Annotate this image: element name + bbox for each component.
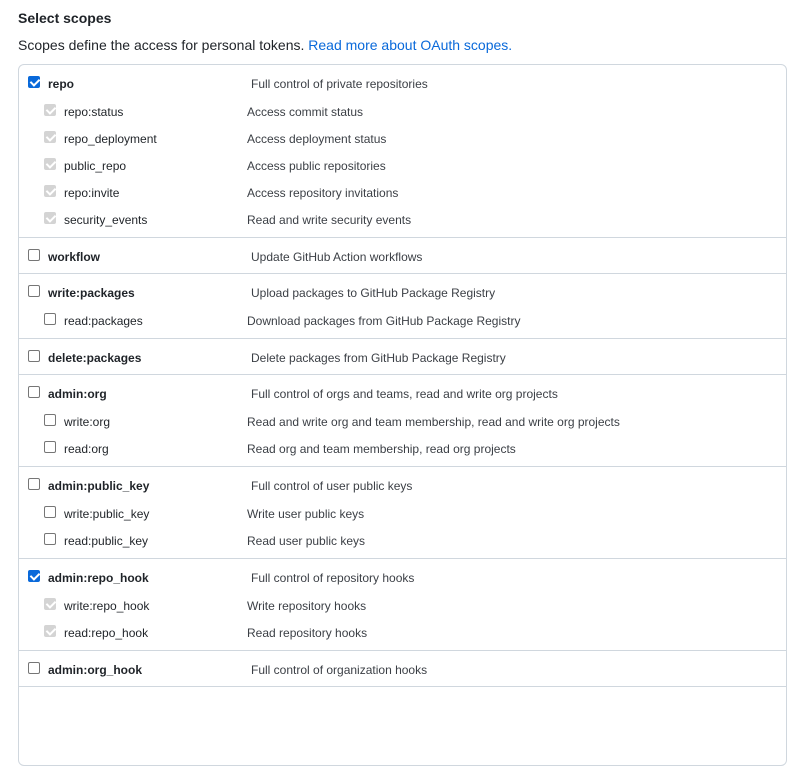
sub-scope-checkbox[interactable] bbox=[44, 131, 56, 143]
scope-description: Full control of private repositories bbox=[251, 77, 428, 91]
scope-row[interactable]: repo Full control of private repositories bbox=[19, 69, 786, 96]
sub-scope-checkbox[interactable] bbox=[44, 625, 56, 637]
scope-row[interactable]: admin:public_key Full control of user pub… bbox=[19, 471, 786, 498]
sub-scope-row[interactable]: write:org Read and write org and team mem… bbox=[19, 406, 786, 433]
sub-scope-checkbox[interactable] bbox=[44, 185, 56, 197]
scope-group-repo: repo Full control of private repositories… bbox=[19, 65, 786, 238]
sub-scope-description: Access public repositories bbox=[247, 159, 386, 173]
sub-scope-name: repo:status bbox=[64, 105, 124, 119]
sub-scope-name: read:public_key bbox=[64, 534, 149, 548]
sub-scope-name: read:org bbox=[64, 442, 109, 456]
scope-group-admin-public-key: admin:public_key Full control of user pub… bbox=[19, 467, 786, 559]
section-title: Select scopes bbox=[18, 10, 112, 26]
sub-scope-row[interactable]: read:packages Download packages from GitH… bbox=[19, 305, 786, 332]
sub-scope-description: Read repository hooks bbox=[247, 626, 368, 640]
scope-checkbox[interactable] bbox=[28, 662, 40, 674]
sub-scope-name: read:packages bbox=[64, 314, 143, 328]
scope-name: admin:repo_hook bbox=[48, 571, 149, 585]
sub-scope-name: write:public_key bbox=[64, 507, 150, 521]
sub-scope-name: security_events bbox=[64, 213, 148, 227]
scope-checkbox[interactable] bbox=[28, 249, 40, 261]
scope-name: write:packages bbox=[48, 286, 135, 300]
oauth-scopes-link[interactable]: Read more about OAuth scopes. bbox=[308, 37, 512, 53]
sub-scope-description: Access deployment status bbox=[247, 132, 387, 146]
scope-checkbox[interactable] bbox=[28, 386, 40, 398]
sub-scope-name: write:repo_hook bbox=[64, 599, 150, 613]
scopes-section: Select scopes Scopes define the access f… bbox=[0, 0, 797, 54]
scope-name: admin:org bbox=[48, 387, 107, 401]
sub-scope-row[interactable]: repo:invite Access repository invitations bbox=[19, 177, 786, 204]
sub-scope-description: Read and write security events bbox=[247, 213, 412, 227]
sub-scope-description: Write user public keys bbox=[247, 507, 365, 521]
sub-scope-row[interactable]: read:repo_hook Read repository hooks bbox=[19, 617, 786, 644]
sub-scope-row[interactable]: write:repo_hook Write repository hooks bbox=[19, 590, 786, 617]
sub-scope-checkbox[interactable] bbox=[44, 313, 56, 325]
sub-scope-name: write:org bbox=[64, 415, 111, 429]
scope-row[interactable]: admin:org Full control of orgs and teams,… bbox=[19, 379, 786, 406]
scope-group-admin-org-hook: admin:org_hook Full control of organizati… bbox=[19, 651, 786, 687]
scope-name: admin:public_key bbox=[48, 479, 150, 493]
scope-row[interactable]: write:packages Upload packages to GitHub … bbox=[19, 278, 786, 305]
scope-description: Full control of repository hooks bbox=[251, 571, 415, 585]
scope-group-admin-org: admin:org Full control of orgs and teams,… bbox=[19, 375, 786, 467]
scope-group-write-packages: write:packages Upload packages to GitHub … bbox=[19, 274, 786, 339]
sub-scope-checkbox[interactable] bbox=[44, 414, 56, 426]
scope-description: Full control of orgs and teams, read and… bbox=[251, 387, 558, 401]
scope-checkbox[interactable] bbox=[28, 570, 40, 582]
sub-scope-checkbox[interactable] bbox=[44, 598, 56, 610]
scope-name: repo bbox=[48, 77, 75, 91]
scope-name: admin:org_hook bbox=[48, 663, 143, 677]
scope-description: Delete packages from GitHub Package Regi… bbox=[251, 351, 506, 365]
sub-scope-row[interactable]: repo_deployment Access deployment status bbox=[19, 123, 786, 150]
sub-scope-name: repo:invite bbox=[64, 186, 120, 200]
sub-scope-description: Access commit status bbox=[247, 105, 364, 119]
scope-description: Full control of organization hooks bbox=[251, 663, 428, 677]
sub-scope-row[interactable]: repo:status Access commit status bbox=[19, 96, 786, 123]
sub-scope-description: Read org and team membership, read org p… bbox=[247, 442, 516, 456]
scope-row[interactable]: workflow Update GitHub Action workflows bbox=[19, 242, 786, 269]
scope-row[interactable]: delete:packages Delete packages from GitH… bbox=[19, 343, 786, 370]
scope-checkbox[interactable] bbox=[28, 478, 40, 490]
sub-scope-name: repo_deployment bbox=[64, 132, 157, 146]
scope-group-workflow: workflow Update GitHub Action workflows bbox=[19, 238, 786, 274]
section-description: Scopes define the access for personal to… bbox=[18, 36, 797, 54]
scope-group-admin-repo-hook: admin:repo_hook Full control of repositor… bbox=[19, 559, 786, 651]
scope-row[interactable]: admin:org_hook Full control of organizati… bbox=[19, 655, 786, 682]
sub-scope-row[interactable]: read:public_key Read user public keys bbox=[19, 525, 786, 552]
sub-scope-checkbox[interactable] bbox=[44, 506, 56, 518]
sub-scope-row[interactable]: read:org Read org and team membership, re… bbox=[19, 433, 786, 460]
scope-description: Full control of user public keys bbox=[251, 479, 413, 493]
sub-scope-row[interactable]: public_repo Access public repositories bbox=[19, 150, 786, 177]
sub-scope-checkbox[interactable] bbox=[44, 158, 56, 170]
scope-row[interactable]: admin:repo_hook Full control of repositor… bbox=[19, 563, 786, 590]
scope-name: workflow bbox=[48, 250, 101, 264]
scope-group-delete-packages: delete:packages Delete packages from GitH… bbox=[19, 339, 786, 375]
sub-scope-name: read:repo_hook bbox=[64, 626, 149, 640]
sub-scope-description: Access repository invitations bbox=[247, 186, 399, 200]
scope-checkbox[interactable] bbox=[28, 350, 40, 362]
sub-scope-name: public_repo bbox=[64, 159, 127, 173]
scope-checkbox[interactable] bbox=[28, 285, 40, 297]
description-text: Scopes define the access for personal to… bbox=[18, 37, 309, 53]
scope-name: delete:packages bbox=[48, 351, 142, 365]
scope-checkbox[interactable] bbox=[28, 76, 40, 88]
sub-scope-description: Download packages from GitHub Package Re… bbox=[247, 314, 521, 328]
sub-scope-checkbox[interactable] bbox=[44, 441, 56, 453]
sub-scope-checkbox[interactable] bbox=[44, 533, 56, 545]
scope-description: Upload packages to GitHub Package Regist… bbox=[251, 286, 496, 300]
scopes-table: repo Full control of private repositories… bbox=[18, 64, 787, 766]
sub-scope-row[interactable]: write:public_key Write user public keys bbox=[19, 498, 786, 525]
sub-scope-description: Read and write org and team membership, … bbox=[247, 415, 620, 429]
scope-description: Update GitHub Action workflows bbox=[251, 250, 423, 264]
sub-scope-row[interactable]: security_events Read and write security e… bbox=[19, 204, 786, 231]
sub-scope-description: Read user public keys bbox=[247, 534, 366, 548]
sub-scope-checkbox[interactable] bbox=[44, 104, 56, 116]
sub-scope-description: Write repository hooks bbox=[247, 599, 367, 613]
sub-scope-checkbox[interactable] bbox=[44, 212, 56, 224]
